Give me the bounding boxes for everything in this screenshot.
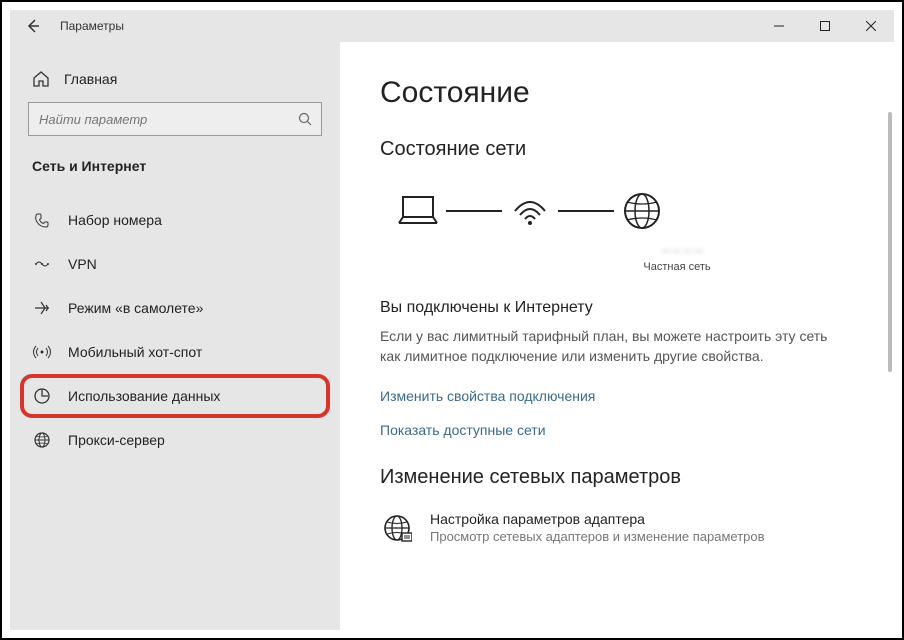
sidebar-item-hotspot[interactable]: Мобильный хот-спот [10,330,340,374]
sidebar-item-label: Использование данных [68,388,220,404]
home-link[interactable]: Главная [10,62,340,102]
adapter-title: Настройка параметров адаптера [430,511,765,527]
titlebar-left: Параметры [10,17,124,35]
outer-frame: Параметры Главная [0,0,904,640]
search-wrap [10,102,340,158]
change-connection-properties-link[interactable]: Изменить свойства подключения [380,388,854,404]
content-panel: Состояние Состояние сети －－－－ Частная се… [340,42,894,630]
connected-description: Если у вас лимитный тарифный план, вы мо… [380,327,850,366]
close-button[interactable] [848,10,894,42]
sidebar-item-label: Режим «в самолете» [68,300,203,316]
vpn-icon [32,254,52,274]
adapter-settings-link[interactable]: Настройка параметров адаптера Просмотр с… [380,511,854,545]
page-title: Состояние [380,76,854,110]
settings-window: Параметры Главная [10,10,894,630]
sidebar-item-label: Мобильный хот-спот [68,344,202,360]
globe-icon [32,430,52,450]
home-icon [32,70,50,88]
sidebar-item-vpn[interactable]: VPN [10,242,340,286]
network-diagram [390,183,854,239]
body: Главная Сеть и Интернет Набор номера [10,42,894,630]
network-ssid-blurred: －－－－ [510,243,854,259]
minimize-button[interactable] [756,10,802,42]
titlebar: Параметры [10,10,894,42]
connection-line [558,210,614,212]
internet-globe-icon [614,183,670,239]
laptop-icon [390,183,446,239]
window-controls [756,10,894,42]
network-status-title: Состояние сети [380,138,854,161]
hotspot-icon [32,342,52,362]
search-input[interactable] [28,102,322,136]
change-network-params-heading: Изменение сетевых параметров [380,466,854,489]
sidebar-item-airplane[interactable]: Режим «в самолете» [10,286,340,330]
back-button[interactable] [24,17,42,35]
adapter-icon [380,511,414,545]
connected-title: Вы подключены к Интернету [380,299,854,317]
window-title: Параметры [60,19,124,33]
sidebar-nav: Набор номера VPN Режим «в самолете» [10,198,340,462]
connection-line [446,210,502,212]
sidebar: Главная Сеть и Интернет Набор номера [10,42,340,630]
sidebar-item-label: Набор номера [68,212,162,228]
scrollbar[interactable] [888,112,892,372]
adapter-text: Настройка параметров адаптера Просмотр с… [430,511,765,544]
sidebar-item-label: Прокси-сервер [68,432,165,448]
show-available-networks-link[interactable]: Показать доступные сети [380,422,854,438]
data-usage-icon [32,386,52,406]
sidebar-item-proxy[interactable]: Прокси-сервер [10,418,340,462]
sidebar-section-label: Сеть и Интернет [10,158,340,184]
maximize-button[interactable] [802,10,848,42]
sidebar-item-data-usage-highlighted[interactable]: Использование данных [20,374,330,418]
phone-icon [32,210,52,230]
adapter-desc: Просмотр сетевых адаптеров и изменение п… [430,529,765,544]
sidebar-item-dialup[interactable]: Набор номера [10,198,340,242]
search-box [28,102,322,136]
airplane-icon [32,298,52,318]
home-label: Главная [64,71,117,87]
network-type-label: Частная сеть [500,261,854,273]
wifi-icon [502,183,558,239]
search-icon [298,112,312,126]
sidebar-item-label: VPN [68,256,97,272]
